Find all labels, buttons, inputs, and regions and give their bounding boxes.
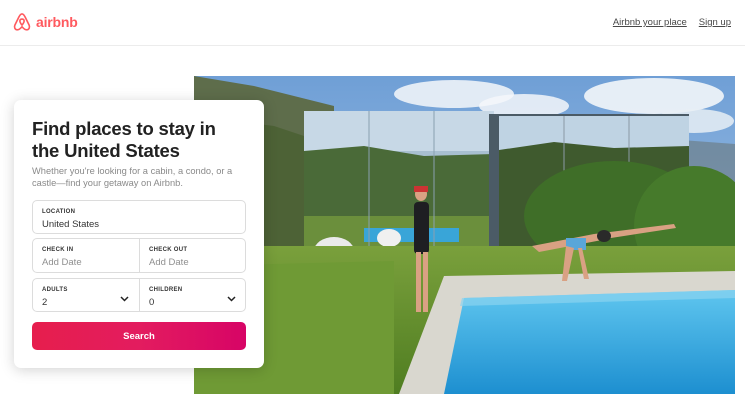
signup-link[interactable]: Sign up xyxy=(699,17,731,28)
card-title: Find places to stay in the United States xyxy=(32,118,216,161)
chevron-down-icon xyxy=(227,296,236,302)
dates-field: CHECK IN Add Date CHECK OUT Add Date xyxy=(32,238,246,273)
children-label: CHILDREN xyxy=(149,287,183,293)
check-in-field[interactable]: CHECK IN Add Date xyxy=(33,239,139,272)
card-subtitle: Whether you're looking for a cabin, a co… xyxy=(32,166,233,188)
check-out-input[interactable]: Add Date xyxy=(149,257,189,268)
guests-field: ADULTS 2 CHILDREN 0 xyxy=(32,278,246,312)
chevron-down-icon xyxy=(120,296,129,302)
host-link[interactable]: Airbnb your place xyxy=(613,17,687,28)
children-select[interactable]: CHILDREN 0 xyxy=(140,279,246,311)
check-in-label: CHECK IN xyxy=(42,247,74,253)
hero-image xyxy=(194,76,735,394)
search-button[interactable]: Search xyxy=(32,322,246,350)
airbnb-belo-icon xyxy=(13,13,31,31)
adults-value[interactable]: 2 xyxy=(42,297,47,308)
location-input[interactable]: United States xyxy=(42,219,99,230)
check-out-field[interactable]: CHECK OUT Add Date xyxy=(140,239,246,272)
logo-wordmark: airbnb xyxy=(36,14,78,30)
search-card: Find places to stay in the United States… xyxy=(14,100,264,368)
children-value[interactable]: 0 xyxy=(149,297,154,308)
hero-photo-illustration xyxy=(194,76,735,394)
top-nav-bar: airbnb Airbnb your place Sign up xyxy=(0,0,745,46)
header-nav: Airbnb your place Sign up xyxy=(613,17,731,28)
airbnb-logo-link[interactable]: airbnb xyxy=(12,12,78,32)
check-out-label: CHECK OUT xyxy=(149,247,188,253)
location-label: LOCATION xyxy=(42,209,76,215)
check-in-input[interactable]: Add Date xyxy=(42,257,82,268)
adults-label: ADULTS xyxy=(42,287,68,293)
location-field[interactable]: LOCATION United States xyxy=(32,200,246,234)
adults-select[interactable]: ADULTS 2 xyxy=(33,279,139,311)
